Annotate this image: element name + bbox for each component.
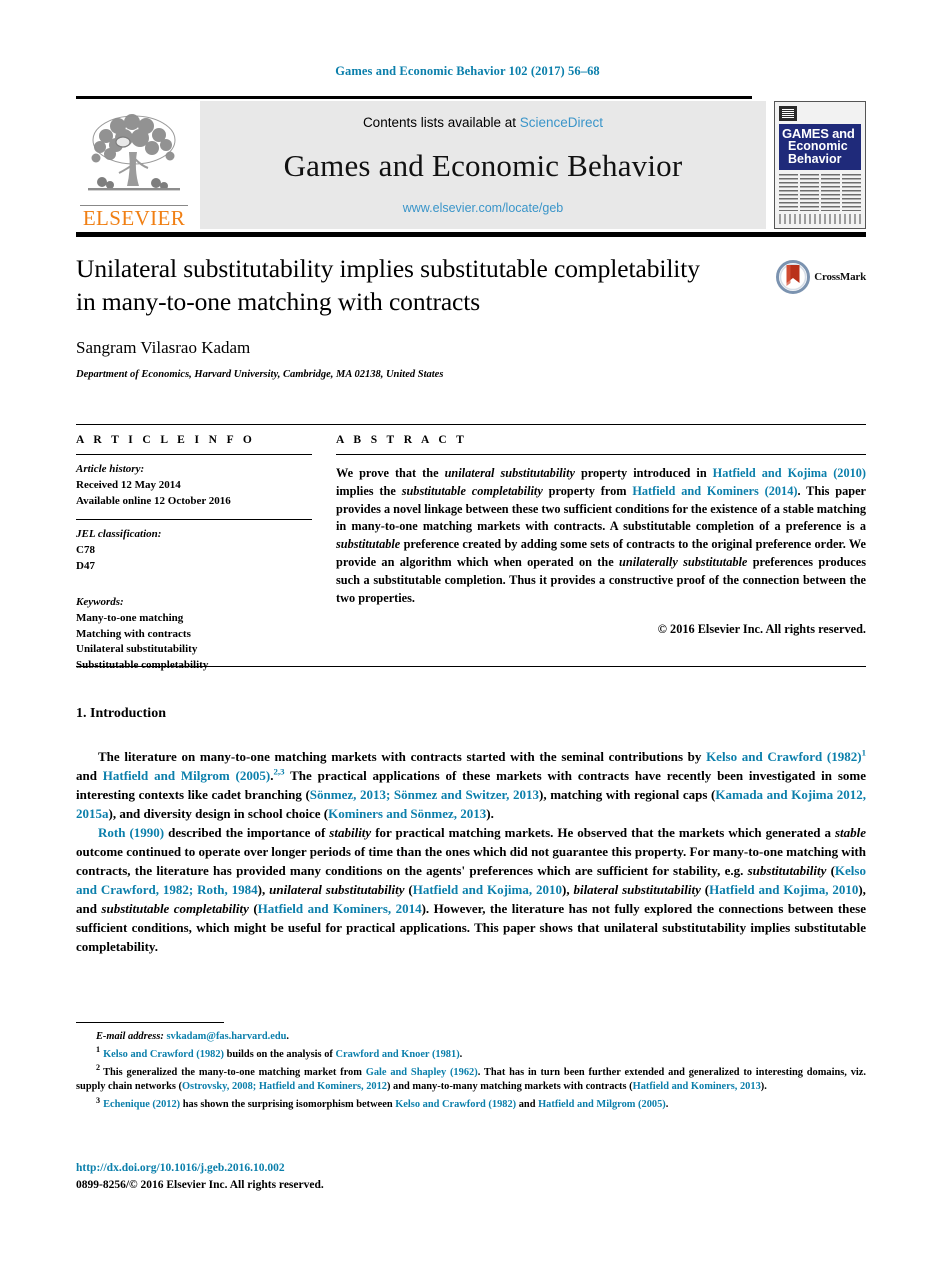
- masthead-top-rule: [76, 96, 752, 99]
- journal-homepage-link[interactable]: www.elsevier.com/locate/geb: [403, 201, 564, 215]
- footnote-item: 2 This generalized the many-to-one matchi…: [76, 1063, 867, 1096]
- article-info-column: A R T I C L E I N F O Article history: R…: [76, 434, 312, 674]
- journal-title: Games and Economic Behavior: [283, 147, 683, 183]
- abstract-section-rule: [76, 666, 866, 667]
- doi-link[interactable]: http://dx.doi.org/10.1016/j.geb.2016.10.…: [76, 1160, 866, 1177]
- crossmark-icon: [776, 260, 811, 294]
- footnote-marker: 3: [96, 1095, 101, 1105]
- paper-title-line2: in many-to-one matching with contracts: [76, 287, 481, 317]
- jel-code: C78: [76, 543, 95, 556]
- journal-masthead: ELSEVIER Contents lists available at Sci…: [76, 96, 866, 237]
- article-info-heading: A R T I C L E I N F O: [76, 434, 256, 446]
- masthead-bottom-rule: [76, 232, 866, 237]
- footnote-item: 1 Kelso and Crawford (1982) builds on the…: [76, 1045, 866, 1063]
- footnote-email-link[interactable]: svkadam@fas.harvard.edu: [166, 1031, 286, 1042]
- footnote-email-label: E-mail address:: [96, 1031, 164, 1042]
- crossmark-badge[interactable]: CrossMark: [776, 260, 866, 294]
- elsevier-logo: ELSEVIER: [76, 101, 192, 229]
- keyword-item: Matching with contracts: [76, 627, 191, 640]
- keywords-label: Keywords:: [76, 595, 124, 608]
- footnote-separator-rule: [76, 1022, 224, 1023]
- paper-title-line1: Unilateral substitutability implies subs…: [76, 254, 700, 283]
- author-affiliation: Department of Economics, Harvard Univers…: [76, 369, 444, 381]
- imprint-block: http://dx.doi.org/10.1016/j.geb.2016.10.…: [76, 1160, 866, 1193]
- keyword-item: Unilateral substitutability: [76, 643, 198, 656]
- footnote-text: This generalized the many-to-one matchin…: [76, 1066, 867, 1093]
- article-info-rule-2: [76, 518, 312, 520]
- abstract-heading: A B S T R A C T: [336, 434, 468, 446]
- intro-paragraph-1: The literature on many-to-one matching m…: [76, 747, 867, 821]
- footnote-marker: 1: [96, 1045, 101, 1055]
- intro-paragraph-2: Roth (1990) described the importance of …: [76, 824, 867, 954]
- footnote-email: E-mail address: svkadam@fas.harvard.edu.: [76, 1030, 866, 1045]
- cover-title-block: GAMES and Economic Behavior: [779, 124, 861, 170]
- cover-stamp-icon: [779, 106, 797, 121]
- jel-code: D47: [76, 559, 95, 572]
- footnote-list: E-mail address: svkadam@fas.harvard.edu.…: [76, 1030, 866, 1113]
- footnote-text: Echenique (2012) has shown the surprisin…: [103, 1099, 669, 1111]
- footnote-email-tail: .: [286, 1031, 290, 1042]
- article-history-group: Article history: Received 12 May 2014 Av…: [76, 462, 312, 510]
- issn-copyright-line: 0899-8256/© 2016 Elsevier Inc. All right…: [76, 1178, 324, 1191]
- paper-page: Games and Economic Behavior 102 (2017) 5…: [0, 0, 935, 1266]
- section-heading-introduction: 1. Introduction: [76, 706, 166, 721]
- info-abstract-row: A R T I C L E I N F O Article history: R…: [76, 434, 866, 674]
- title-block: CrossMark Unilateral substitutability im…: [76, 252, 866, 380]
- cover-title-line1: GAMES and: [782, 126, 855, 141]
- running-head: Games and Economic Behavior 102 (2017) 5…: [335, 64, 600, 78]
- journal-cover-thumbnail[interactable]: GAMES and Economic Behavior: [774, 101, 866, 229]
- article-history-label: Article history:: [76, 463, 145, 475]
- footnote-marker: 2: [96, 1063, 101, 1073]
- cover-footer-texture: [779, 214, 861, 224]
- jel-classification-group: JEL classification: C78 D47: [76, 527, 312, 575]
- footnote-item: 3 Echenique (2012) has shown the surprisi…: [76, 1095, 866, 1113]
- article-body: 1. Introduction The literature on many-t…: [76, 706, 866, 957]
- masthead-center-panel: Contents lists available at ScienceDirec…: [200, 101, 766, 229]
- page-title: Unilateral substitutability implies subs…: [76, 252, 756, 318]
- abstract-column: A B S T R A C T We prove that the unilat…: [336, 434, 866, 674]
- article-history-line: Available online 12 October 2016: [76, 494, 231, 507]
- keyword-item: Many-to-one matching: [76, 611, 184, 624]
- article-info-rule-1: [76, 454, 312, 455]
- title-section-rule: [76, 424, 866, 425]
- abstract-text: We prove that the unilateral substitutab…: [336, 466, 866, 605]
- keywords-group: Keywords: Many-to-one matching Matching …: [76, 595, 312, 675]
- elsevier-tree-icon: [88, 114, 180, 191]
- cover-title-line3: Behavior: [788, 152, 842, 166]
- footnote-text: Kelso and Crawford (1982) builds on the …: [103, 1048, 463, 1060]
- cover-toc-texture: [779, 173, 861, 211]
- abstract-rule: [336, 454, 866, 455]
- abstract-copyright: © 2016 Elsevier Inc. All rights reserved…: [657, 621, 866, 636]
- author-name: Sangram Vilasrao Kadam: [76, 338, 251, 358]
- article-history-line: Received 12 May 2014: [76, 478, 181, 491]
- elsevier-wordmark: ELSEVIER: [80, 205, 188, 229]
- contents-prefix-text: Contents lists available at: [362, 115, 520, 130]
- crossmark-label: CrossMark: [814, 271, 866, 283]
- jel-label: JEL classification:: [76, 527, 162, 540]
- contents-available-line: Contents lists available at ScienceDirec…: [363, 115, 603, 130]
- sciencedirect-link[interactable]: ScienceDirect: [520, 115, 603, 130]
